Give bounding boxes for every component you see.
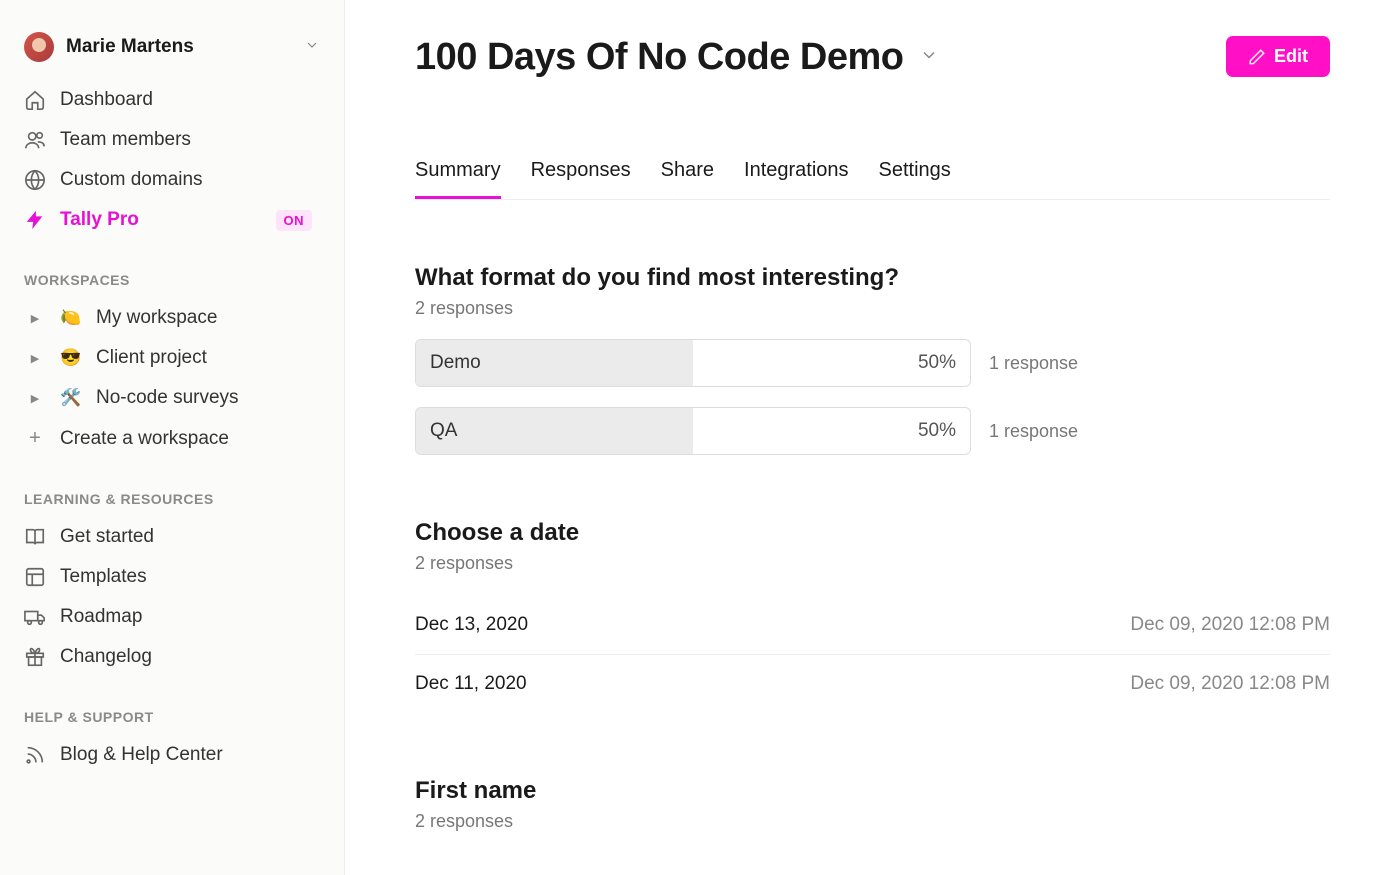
workspace-item[interactable]: ▶ 🛠️ No-code surveys xyxy=(0,378,344,418)
date-response-list: Dec 13, 2020 Dec 09, 2020 12:08 PM Dec 1… xyxy=(415,596,1330,713)
nav-roadmap[interactable]: Roadmap xyxy=(0,597,344,637)
response-count: 2 responses xyxy=(415,553,1330,574)
option-row: QA 50% 1 response xyxy=(415,407,1330,455)
tab-bar: Summary Responses Share Integrations Set… xyxy=(415,159,1330,200)
nav-domains[interactable]: Custom domains xyxy=(0,160,344,200)
create-workspace[interactable]: + Create a workspace xyxy=(0,418,344,459)
bolt-icon xyxy=(24,209,46,231)
nav-dashboard[interactable]: Dashboard xyxy=(0,80,344,120)
question-date: Choose a date 2 responses Dec 13, 2020 D… xyxy=(415,519,1330,713)
caret-right-icon: ▶ xyxy=(24,352,46,365)
nav-label: Team members xyxy=(60,129,191,151)
response-count: 2 responses xyxy=(415,298,1330,319)
option-bar[interactable]: Demo 50% xyxy=(415,339,971,387)
gift-icon xyxy=(24,646,46,668)
tab-share[interactable]: Share xyxy=(661,159,714,199)
question-format: What format do you find most interesting… xyxy=(415,264,1330,455)
home-icon xyxy=(24,89,46,111)
workspace-item[interactable]: ▶ 😎 Client project xyxy=(0,338,344,378)
pro-on-badge: ON xyxy=(276,210,313,231)
nav-label: Dashboard xyxy=(60,89,153,111)
title-dropdown[interactable]: 100 Days Of No Code Demo xyxy=(415,36,939,79)
nav-label: Get started xyxy=(60,526,154,548)
page-title: 100 Days Of No Code Demo xyxy=(415,36,903,79)
option-label: Demo xyxy=(416,352,481,374)
nav-templates[interactable]: Templates xyxy=(0,557,344,597)
page-header: 100 Days Of No Code Demo Edit xyxy=(415,36,1330,79)
workspace-emoji: 🍋 xyxy=(60,308,82,328)
caret-right-icon: ▶ xyxy=(24,312,46,325)
nav-team[interactable]: Team members xyxy=(0,120,344,160)
caret-right-icon: ▶ xyxy=(24,392,46,405)
learning-heading: LEARNING & RESOURCES xyxy=(0,459,344,517)
option-bar[interactable]: QA 50% xyxy=(415,407,971,455)
option-count: 1 response xyxy=(989,353,1078,374)
option-percentage: 50% xyxy=(918,352,956,374)
account-switcher[interactable]: Marie Martens xyxy=(0,24,344,80)
edit-button[interactable]: Edit xyxy=(1226,36,1330,77)
question-firstname: First name 2 responses xyxy=(415,777,1330,832)
nav-label: Changelog xyxy=(60,646,152,668)
response-count: 2 responses xyxy=(415,811,1330,832)
workspace-label: Client project xyxy=(96,347,207,369)
workspace-label: My workspace xyxy=(96,307,217,329)
tab-integrations[interactable]: Integrations xyxy=(744,159,849,199)
user-name: Marie Martens xyxy=(66,36,292,58)
option-label: QA xyxy=(416,420,457,442)
chevron-down-icon xyxy=(304,37,320,58)
date-response-row: Dec 13, 2020 Dec 09, 2020 12:08 PM xyxy=(415,596,1330,655)
nav-blog-help[interactable]: Blog & Help Center xyxy=(0,735,344,775)
main-content: 100 Days Of No Code Demo Edit Summary Re… xyxy=(345,0,1400,875)
option-row: Demo 50% 1 response xyxy=(415,339,1330,387)
plus-icon: + xyxy=(24,427,46,450)
workspace-item[interactable]: ▶ 🍋 My workspace xyxy=(0,298,344,338)
question-title: Choose a date xyxy=(415,519,1330,547)
workspaces-heading: WORKSPACES xyxy=(0,240,344,298)
truck-icon xyxy=(24,606,46,628)
bar-fill xyxy=(416,408,693,454)
date-value: Dec 11, 2020 xyxy=(415,673,527,695)
create-workspace-label: Create a workspace xyxy=(60,428,229,450)
question-title: First name xyxy=(415,777,1330,805)
nav-label: Blog & Help Center xyxy=(60,744,223,766)
chevron-down-icon xyxy=(919,45,939,70)
submitted-at: Dec 09, 2020 12:08 PM xyxy=(1130,614,1330,636)
workspace-emoji: 🛠️ xyxy=(60,388,82,408)
date-value: Dec 13, 2020 xyxy=(415,614,528,636)
users-icon xyxy=(24,129,46,151)
submitted-at: Dec 09, 2020 12:08 PM xyxy=(1130,673,1330,695)
nav-label: Tally Pro xyxy=(60,209,139,231)
workspace-emoji: 😎 xyxy=(60,348,82,368)
option-percentage: 50% xyxy=(918,420,956,442)
nav-label: Templates xyxy=(60,566,147,588)
nav-label: Roadmap xyxy=(60,606,142,628)
tab-summary[interactable]: Summary xyxy=(415,159,501,199)
date-response-row: Dec 11, 2020 Dec 09, 2020 12:08 PM xyxy=(415,655,1330,713)
tab-responses[interactable]: Responses xyxy=(531,159,631,199)
pencil-icon xyxy=(1248,48,1266,66)
nav-get-started[interactable]: Get started xyxy=(0,517,344,557)
option-count: 1 response xyxy=(989,421,1078,442)
sidebar: Marie Martens Dashboard Team members Cus… xyxy=(0,0,345,875)
nav-changelog[interactable]: Changelog xyxy=(0,637,344,677)
book-icon xyxy=(24,526,46,548)
tab-settings[interactable]: Settings xyxy=(879,159,951,199)
globe-icon xyxy=(24,169,46,191)
edit-label: Edit xyxy=(1274,46,1308,67)
help-heading: HELP & SUPPORT xyxy=(0,677,344,735)
layout-icon xyxy=(24,566,46,588)
nav-tally-pro[interactable]: Tally Pro ON xyxy=(0,200,344,240)
workspace-label: No-code surveys xyxy=(96,387,239,409)
question-title: What format do you find most interesting… xyxy=(415,264,1330,292)
nav-label: Custom domains xyxy=(60,169,203,191)
avatar xyxy=(24,32,54,62)
rss-icon xyxy=(24,744,46,766)
